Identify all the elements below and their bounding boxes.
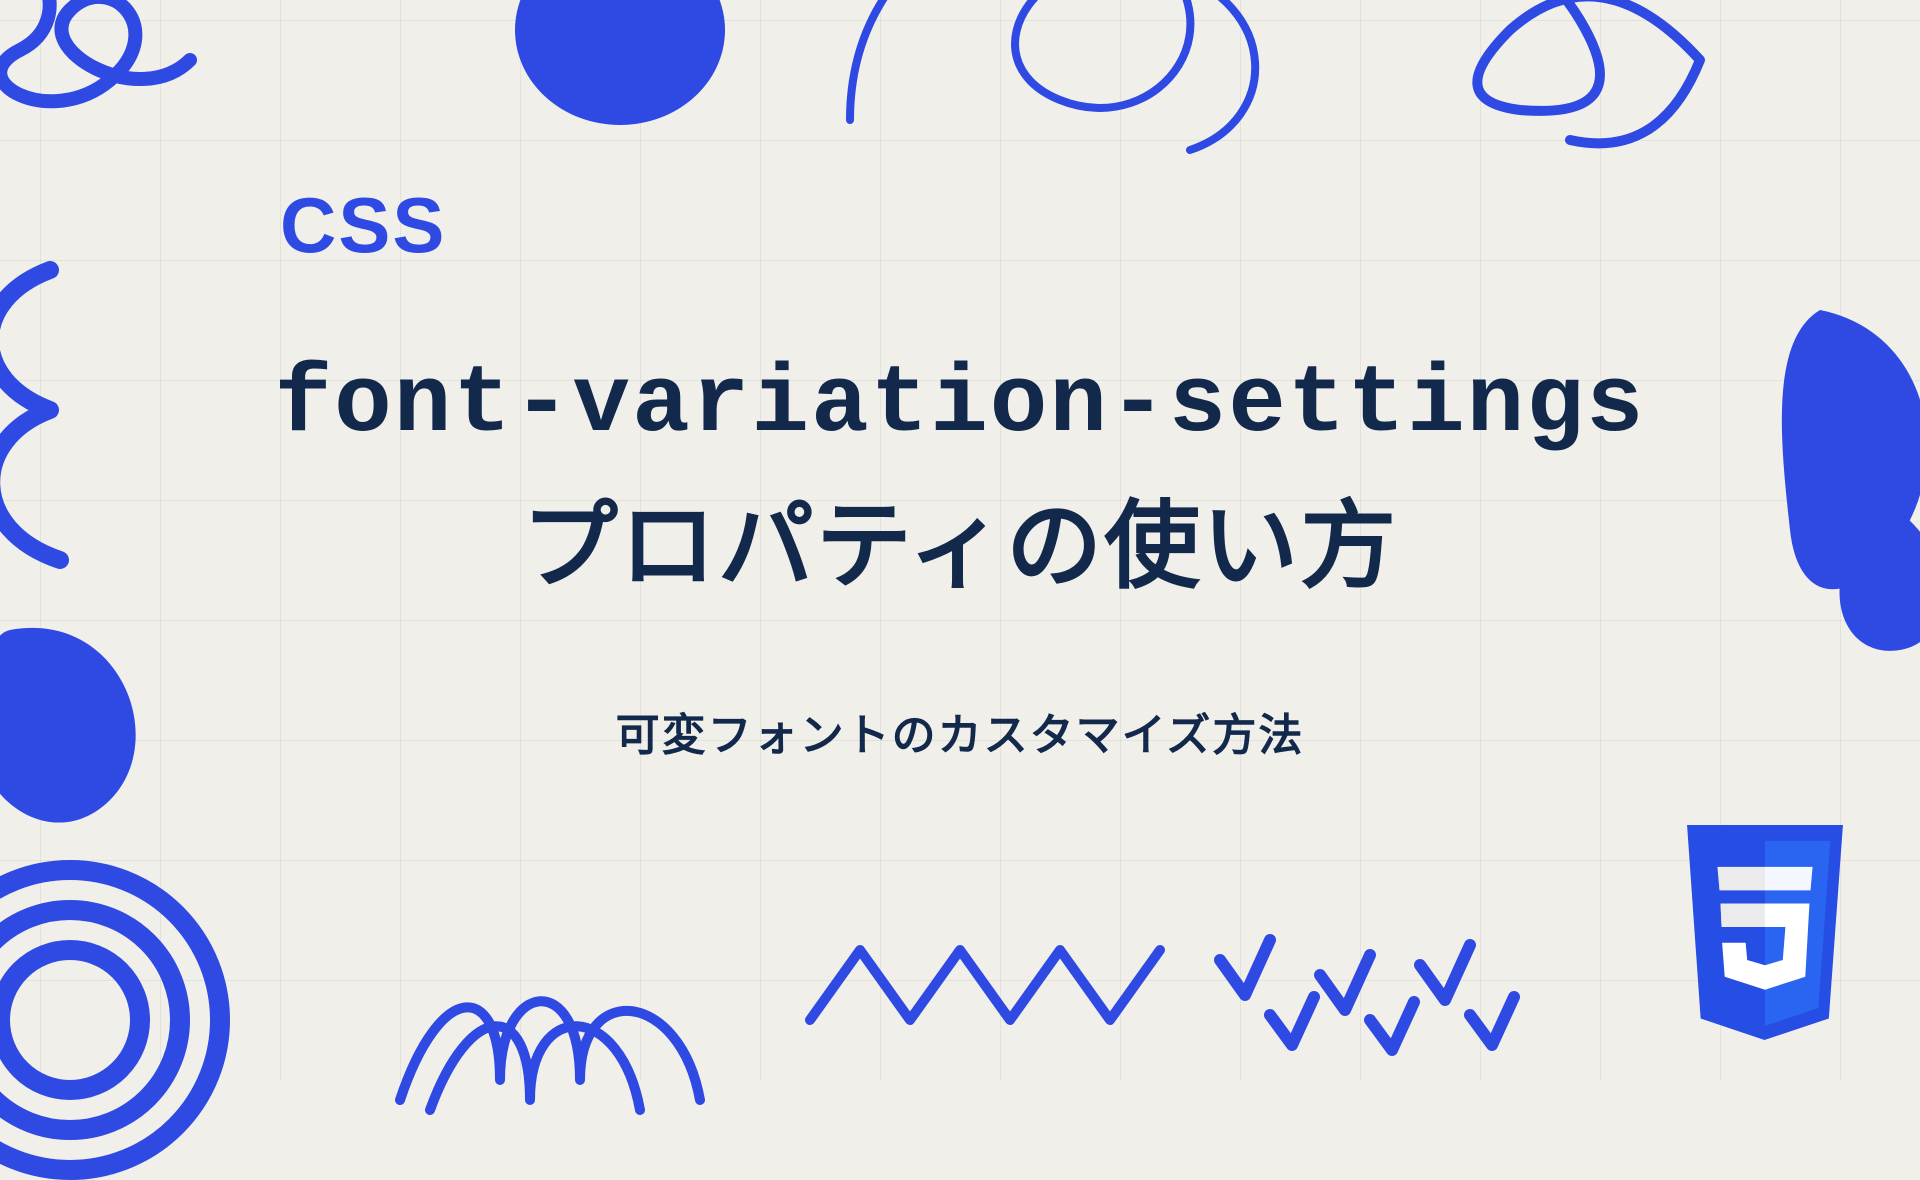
doodle-spiral-top-right	[1400, 0, 1760, 200]
subtitle: 可変フォントのカスタマイズ方法	[0, 699, 1920, 763]
doodle-scribble-ball-top	[490, 0, 750, 160]
doodle-big-loop-top	[810, 0, 1330, 180]
title-line-1: font-variation-settings	[0, 331, 1920, 480]
category-badge: CSS	[280, 180, 1920, 271]
main-content: CSS font-variation-settings プロパティの使い方 可変…	[0, 180, 1920, 763]
title-line-2: プロパティの使い方	[0, 480, 1920, 629]
doodle-zigzag-bottom	[800, 930, 1180, 1060]
doodle-checkmarks-bottom	[1210, 920, 1570, 1060]
doodle-scribble-bottom	[380, 920, 740, 1140]
doodle-squiggle-top-left	[0, 0, 240, 160]
doodle-rings-bottom-left	[0, 820, 300, 1180]
css3-logo-icon	[1670, 825, 1860, 1040]
